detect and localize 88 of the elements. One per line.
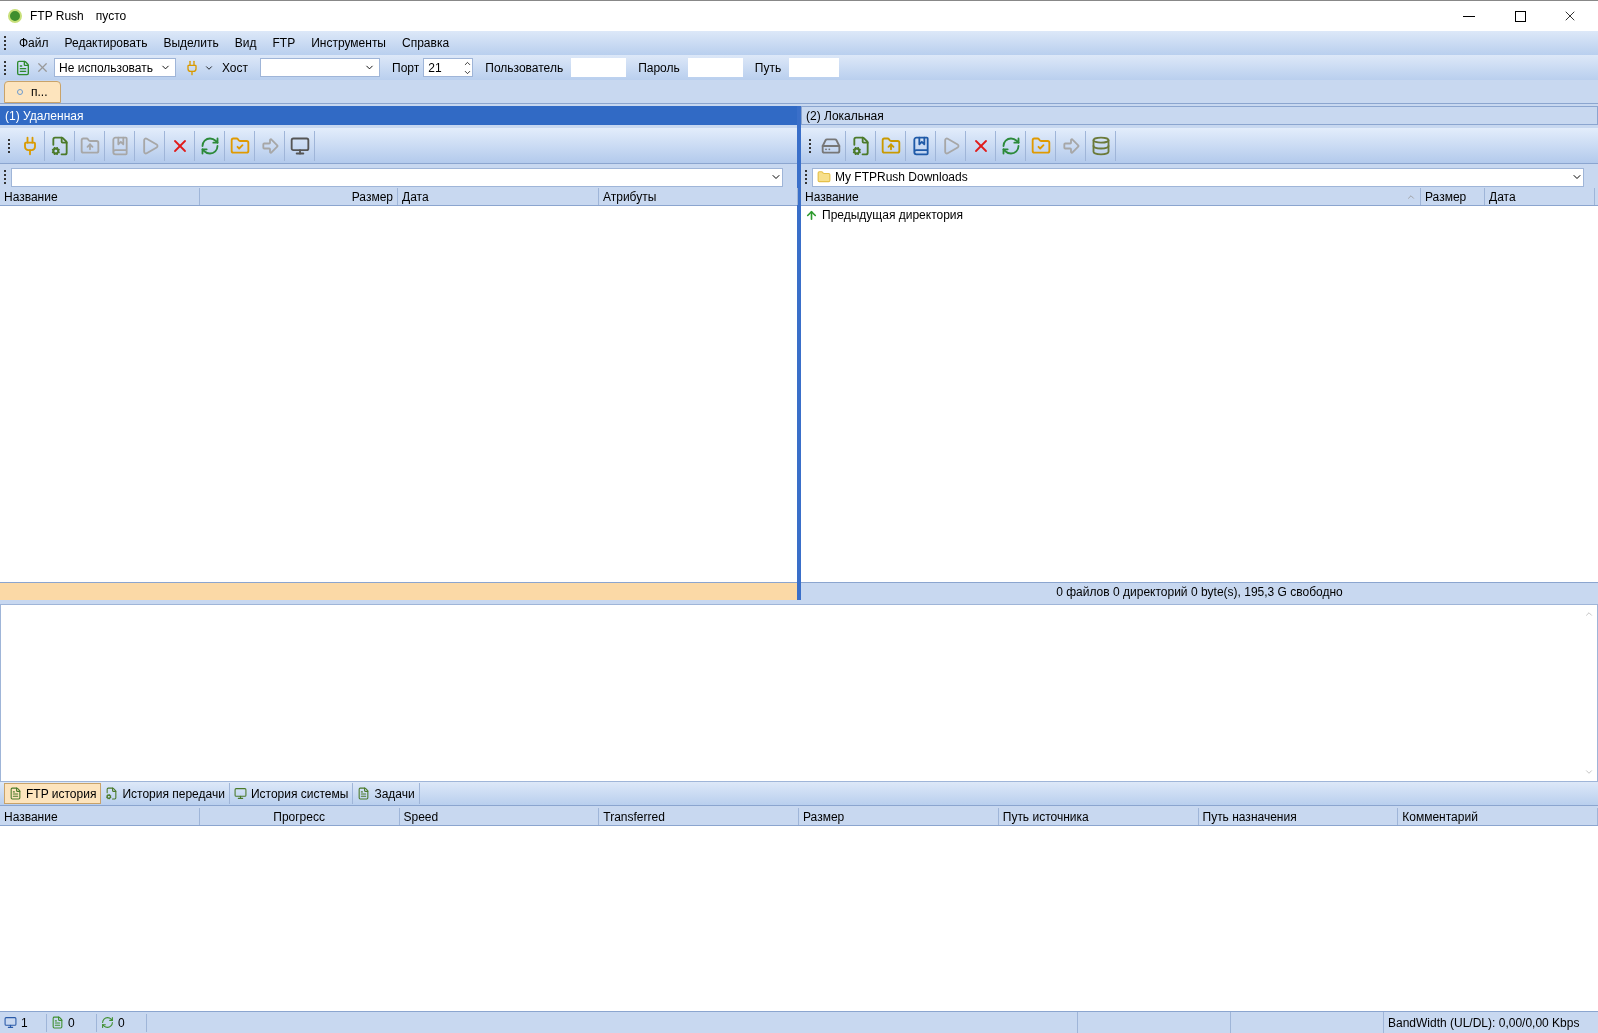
bandwidth-status: BandWidth (UL/DL): 0,00/0,00 Kbps — [1387, 1014, 1581, 1032]
file-gear-icon — [850, 135, 871, 156]
menu-item[interactable]: Вид — [226, 34, 265, 52]
status-queue: 0 — [47, 1013, 97, 1032]
menu-item[interactable]: Редактировать — [56, 34, 156, 52]
book-icon — [109, 135, 130, 156]
column-header[interactable]: Комментарий — [1398, 808, 1598, 825]
folder-icon — [817, 170, 831, 184]
grip-icon — [8, 138, 11, 153]
grip-icon — [4, 60, 7, 75]
log-tab[interactable]: FTP история — [4, 783, 102, 804]
menu-item[interactable]: FTP — [264, 34, 304, 52]
column-header[interactable]: Дата — [398, 188, 599, 205]
password-label: Пароль — [638, 59, 680, 77]
user-field[interactable] — [571, 58, 627, 77]
column-header[interactable]: Прогресс — [199, 808, 400, 825]
menu-item[interactable]: Выделить — [155, 34, 227, 52]
column-header[interactable]: Дата — [1485, 188, 1595, 205]
window-icon — [4, 1016, 17, 1029]
maximize-icon[interactable] — [1515, 10, 1526, 22]
column-header[interactable]: Размер — [200, 188, 398, 205]
password-field[interactable] — [687, 58, 743, 77]
file-gear-icon — [49, 135, 70, 156]
menu-item[interactable]: Файл — [11, 34, 57, 52]
tab-icon — [9, 787, 22, 800]
column-header[interactable]: Название — [801, 188, 1421, 205]
column-header[interactable]: Путь назначения — [1198, 808, 1399, 825]
drive-icon — [820, 135, 841, 156]
folder-up-icon — [880, 135, 901, 156]
scroll-down-icon — [1584, 767, 1594, 777]
arrow-right-icon — [1060, 135, 1081, 156]
column-header[interactable]: Transferred — [599, 808, 799, 825]
menu-item[interactable]: Справка — [394, 34, 458, 52]
file-row[interactable]: Предыдущая директория — [822, 206, 964, 224]
monitor-icon — [289, 135, 310, 156]
refresh-icon — [199, 135, 220, 156]
port-label: Порт — [392, 59, 420, 77]
minimize-icon[interactable] — [1463, 15, 1475, 17]
tab-icon — [357, 787, 371, 800]
proxy-dropdown[interactable]: Не использовать — [54, 58, 176, 77]
transfer-icon — [101, 1016, 114, 1029]
path-text: My FTPRush Downloads — [835, 169, 969, 186]
new-file-icon[interactable] — [15, 59, 31, 76]
path-dropdown[interactable] — [11, 167, 783, 187]
window-subtitle: пусто — [95, 8, 127, 25]
column-header[interactable]: Название — [0, 188, 200, 205]
status-transfers: 0 — [97, 1013, 147, 1032]
grip-icon — [4, 36, 7, 50]
column-header[interactable]: Путь источника — [998, 808, 1199, 825]
up-arrow-icon — [805, 208, 818, 222]
panel-title: (2) Локальная — [801, 106, 1598, 125]
close-session-icon[interactable] — [35, 60, 50, 75]
app-logo-icon — [8, 9, 22, 23]
tab-icon — [105, 787, 119, 800]
column-header[interactable]: Размер — [799, 808, 999, 825]
scroll-up-icon — [1584, 609, 1594, 619]
grip-icon — [4, 170, 7, 184]
refresh-icon — [1000, 135, 1021, 156]
user-label: Пользователь — [485, 59, 564, 77]
log-tab[interactable]: Задачи — [353, 783, 420, 804]
window-title: FTP Rush — [30, 8, 84, 25]
database-icon — [1090, 135, 1111, 156]
grip-icon — [809, 138, 812, 153]
path-label: Путь — [754, 59, 782, 77]
path-dropdown[interactable]: My FTPRush Downloads — [812, 167, 1584, 187]
status-windows: 1 — [0, 1013, 47, 1032]
tab-icon — [233, 787, 247, 800]
queue-icon — [51, 1016, 64, 1029]
folder-up-icon — [79, 135, 100, 156]
log-tab[interactable]: История передачи — [101, 783, 230, 804]
book-icon — [910, 135, 931, 156]
port-field[interactable]: 21 — [423, 58, 474, 77]
host-label: Хост — [222, 59, 249, 77]
grip-icon — [805, 170, 808, 184]
column-header[interactable]: Название — [0, 808, 200, 825]
folder-check-icon — [229, 135, 250, 156]
column-header[interactable]: Атрибуты — [599, 188, 798, 205]
panel-title: (1) Удаленная — [0, 106, 797, 125]
session-tab[interactable]: п... — [4, 81, 61, 103]
panel-status-bar: 0 файлов 0 директорий 0 byte(s), 195,3 G свободно — [801, 582, 1598, 600]
path-field[interactable] — [789, 58, 840, 77]
folder-check-icon — [1030, 135, 1051, 156]
log-tab[interactable]: История системы — [229, 783, 354, 804]
column-header[interactable]: Размер — [1421, 188, 1485, 205]
arrow-right-icon — [259, 135, 280, 156]
column-header[interactable]: Speed — [399, 808, 600, 825]
menu-item[interactable]: Инструменты — [303, 34, 394, 52]
host-field[interactable] — [260, 58, 381, 77]
